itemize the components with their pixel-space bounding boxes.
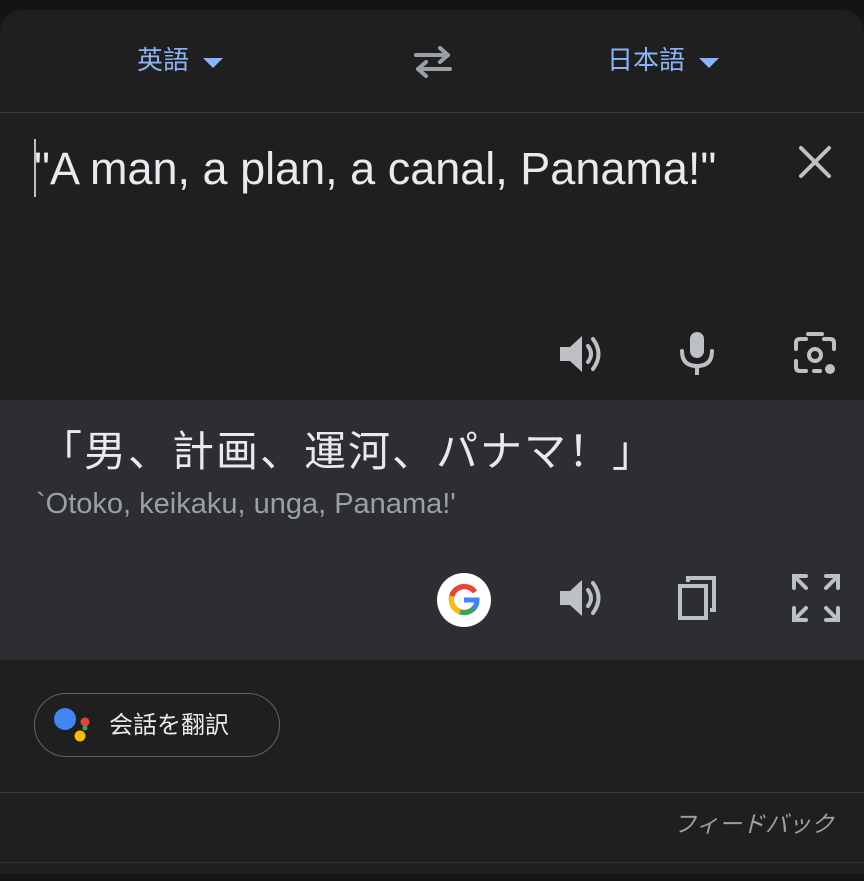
language-bar: 英語 日本語 xyxy=(0,10,864,113)
speaker-icon[interactable] xyxy=(552,570,608,626)
translation-text: 「男、計画、運河、パナマ！」 xyxy=(40,427,657,476)
target-language-selector[interactable]: 日本語 xyxy=(607,46,720,76)
bottom-divider xyxy=(0,862,864,863)
chevron-down-icon xyxy=(203,58,224,68)
source-language-selector[interactable]: 英語 xyxy=(137,46,224,76)
fullscreen-icon[interactable] xyxy=(788,570,844,626)
divider xyxy=(0,792,864,793)
copy-icon[interactable] xyxy=(670,570,726,626)
target-language-label: 日本語 xyxy=(607,46,686,76)
speaker-icon[interactable] xyxy=(554,329,604,379)
close-icon[interactable] xyxy=(796,143,834,181)
source-text-input[interactable]: "A man, a plan, a canal, Panama!" xyxy=(34,135,734,203)
chevron-down-icon xyxy=(699,58,720,68)
google-logo-icon[interactable] xyxy=(437,573,491,627)
translate-card: 英語 日本語 "A man, a plan, a canal, Panama!" xyxy=(0,10,864,874)
assistant-logo-icon xyxy=(54,708,90,742)
source-panel: "A man, a plan, a canal, Panama!" xyxy=(0,113,864,401)
romanization-text: `Otoko, keikaku, unga, Panama!' xyxy=(36,488,456,520)
feedback-link[interactable]: フィードバック xyxy=(673,810,834,840)
translate-conversation-label: 会話を翻訳 xyxy=(109,711,229,739)
camera-icon[interactable] xyxy=(790,329,840,379)
microphone-icon[interactable] xyxy=(672,329,722,379)
translate-conversation-button[interactable]: 会話を翻訳 xyxy=(34,693,280,757)
swap-arrows-icon[interactable] xyxy=(410,44,456,80)
result-panel: 「男、計画、運河、パナマ！」 `Otoko, keikaku, unga, Pa… xyxy=(0,400,864,660)
source-language-label: 英語 xyxy=(137,46,190,76)
